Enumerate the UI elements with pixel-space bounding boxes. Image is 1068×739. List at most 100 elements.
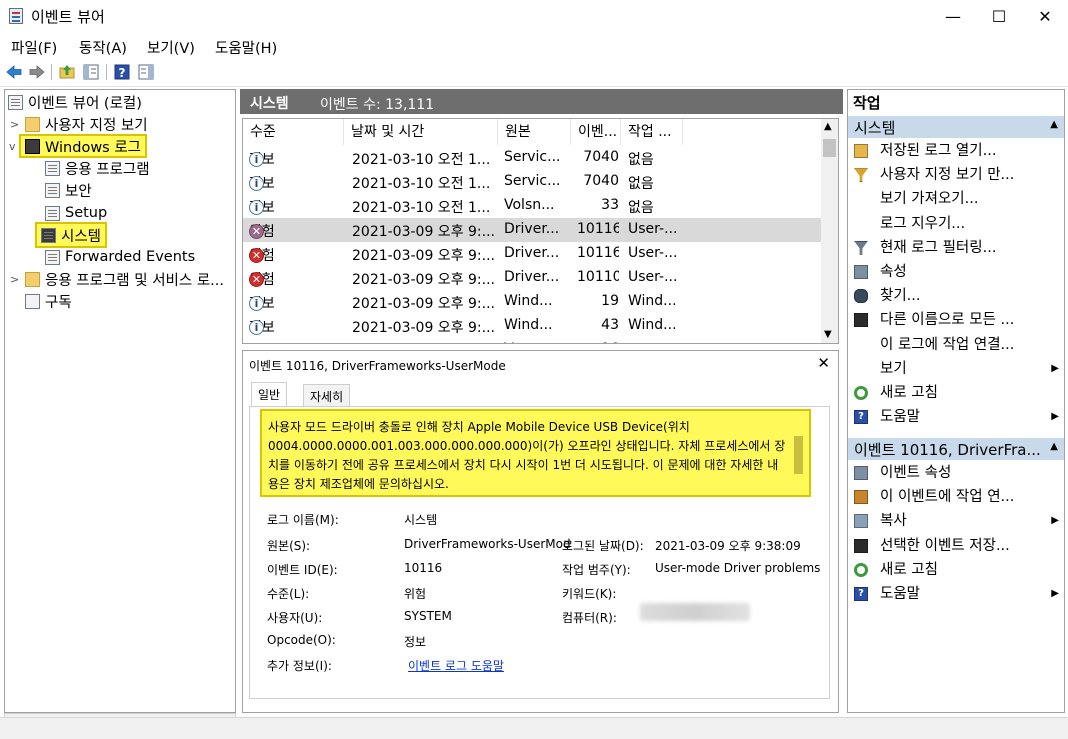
collapse-icon[interactable]: ▲ xyxy=(1050,441,1058,452)
tab-general[interactable]: 일반 xyxy=(251,382,288,406)
action-item[interactable]: 복사 ▶ xyxy=(848,509,1064,533)
action-item[interactable]: ? 도움말 ▶ xyxy=(848,582,1064,606)
opcode-value: 정보 xyxy=(404,635,427,649)
info-icon: i xyxy=(249,176,264,191)
close-window-button[interactable]: ✕ xyxy=(1022,0,1068,32)
column-header-source[interactable]: 원본 xyxy=(498,119,571,145)
log-name: 시스템 xyxy=(250,96,289,112)
tree-item-setup[interactable]: Setup xyxy=(45,202,107,224)
action-item[interactable]: 로그 지우기... xyxy=(848,212,1064,236)
field-label: 이벤트 ID(E): xyxy=(267,563,338,577)
menu-bar: 파일(F) 동작(A) 보기(V) 도움말(H) xyxy=(0,34,1068,58)
event-viewer-app-icon xyxy=(9,8,23,24)
collapse-icon[interactable]: ▲ xyxy=(1050,119,1058,130)
toolbar-divider xyxy=(106,64,107,80)
show-hide-tree-icon[interactable] xyxy=(82,63,100,81)
column-header-level[interactable]: 수준 xyxy=(243,119,344,145)
show-hide-action-pane-icon[interactable] xyxy=(137,63,155,81)
scroll-up-icon[interactable]: ▲ xyxy=(824,121,832,132)
tree-item-system[interactable]: 시스템 xyxy=(35,222,108,248)
action-item[interactable]: 새로 고침 xyxy=(848,381,1064,405)
maximize-button[interactable]: ☐ xyxy=(976,0,1022,32)
action-item[interactable]: 보기 가져오기... xyxy=(848,187,1064,211)
table-row[interactable]: i정보 2021-03-09 오후 9:... Wind... 43 Wind... xyxy=(243,314,821,338)
scroll-down-icon[interactable]: ▼ xyxy=(824,329,832,340)
action-item[interactable]: 현재 로그 필터링... xyxy=(848,236,1064,260)
table-row[interactable]: i정보 2021-03-09 오후 9:... V... 16 없음 xyxy=(243,338,821,343)
computer-name-redacted xyxy=(640,603,750,621)
description-text: 사용자 모드 드라이버 충돌로 인해 장치 Apple Mobile Devic… xyxy=(268,420,786,491)
table-row[interactable]: ✕위험 2021-03-09 오후 9:... Driver... 10116 User… xyxy=(243,242,821,266)
menu-view[interactable]: 보기(V) xyxy=(147,37,195,58)
task-clock-icon xyxy=(854,490,868,505)
action-item[interactable]: 이 이벤트에 작업 연... xyxy=(848,485,1064,509)
action-item[interactable]: 속성 xyxy=(848,260,1064,284)
minimize-button[interactable]: — xyxy=(930,0,976,32)
action-item[interactable]: 새로 고침 xyxy=(848,558,1064,582)
action-label: 현재 로그 필터링... xyxy=(880,239,997,256)
table-row[interactable]: ✕위험 2021-03-09 오후 9:... Driver... 10110 User… xyxy=(243,266,821,290)
action-item[interactable]: 이벤트 속성 xyxy=(848,461,1064,485)
section-system[interactable]: 시스템 ▲ xyxy=(848,116,1064,138)
cell-task: User-... xyxy=(628,269,678,285)
tree-item-security[interactable]: 보안 xyxy=(45,179,92,201)
cell-date: 2021-03-09 오후 9:... xyxy=(352,224,495,240)
chevron-right-icon[interactable]: > xyxy=(10,273,19,286)
tree-item-custom-views[interactable]: 사용자 지정 보기 xyxy=(25,113,148,135)
chevron-down-icon[interactable]: v xyxy=(9,140,16,153)
tree-item-windows-logs[interactable]: Windows 로그 xyxy=(19,134,148,158)
event-description[interactable]: 사용자 모드 드라이버 충돌로 인해 장치 Apple Mobile Devic… xyxy=(260,409,811,497)
action-item[interactable]: ? 도움말 ▶ xyxy=(848,405,1064,429)
event-log-help-link[interactable]: 이벤트 로그 도움말 xyxy=(408,657,504,674)
menu-action[interactable]: 동작(A) xyxy=(79,37,127,58)
description-scroll-thumb[interactable] xyxy=(794,436,803,474)
cell-id: 16 xyxy=(577,341,619,343)
menu-file[interactable]: 파일(F) xyxy=(11,37,57,58)
action-item[interactable]: 보기 ▶ xyxy=(848,357,1064,381)
tab-details[interactable]: 자세히 xyxy=(303,384,351,406)
action-item[interactable]: 선택한 이벤트 저장... xyxy=(848,534,1064,558)
forward-arrow-icon[interactable] xyxy=(28,63,46,81)
action-label: 이 이벤트에 작업 연... xyxy=(880,489,1015,506)
event-id-value: 10116 xyxy=(404,561,443,575)
scrollbar-thumb[interactable] xyxy=(823,139,836,157)
close-icon[interactable]: ✕ xyxy=(817,354,830,372)
action-label: 찾기... xyxy=(880,288,921,305)
action-item[interactable]: 다른 이름으로 모든 ... xyxy=(848,308,1064,332)
subscription-icon xyxy=(25,293,40,309)
table-row[interactable]: i정보 2021-03-10 오전 1... Servic... 7040 없음 xyxy=(243,146,821,170)
tree-item-label: 시스템 xyxy=(61,228,102,245)
cell-source: Wind... xyxy=(504,317,553,333)
action-item[interactable]: 이 로그에 작업 연결... xyxy=(848,333,1064,357)
back-arrow-icon[interactable] xyxy=(5,63,23,81)
cell-task: Wind... xyxy=(628,317,677,333)
help-icon[interactable]: ? xyxy=(113,63,131,81)
action-item[interactable]: 사용자 지정 보기 만... xyxy=(848,163,1064,187)
event-count: 이벤트 수: 13,111 xyxy=(320,97,435,113)
event-list[interactable]: 수준 날짜 및 시간 원본 이벤... 작업 ... i정보 2021-03-10… xyxy=(242,118,839,344)
cell-id: 10110 xyxy=(577,269,619,285)
tree-item-subscriptions[interactable]: 구독 xyxy=(25,290,72,312)
menu-help[interactable]: 도움말(H) xyxy=(215,37,277,58)
up-folder-icon[interactable] xyxy=(58,63,76,81)
tree-item-forwarded-events[interactable]: Forwarded Events xyxy=(45,246,195,268)
action-item[interactable]: 찾기... xyxy=(848,284,1064,308)
tree-item-application[interactable]: 응용 프로그램 xyxy=(45,157,150,179)
column-header-date[interactable]: 날짜 및 시간 xyxy=(344,119,498,145)
chevron-right-icon[interactable]: > xyxy=(10,118,19,131)
tree-item-apps-services[interactable]: 응용 프로그램 및 서비스 로... xyxy=(25,268,224,290)
table-row[interactable]: i정보 2021-03-10 오전 1... Volsn... 33 없음 xyxy=(243,194,821,218)
window-title: 이벤트 뷰어 xyxy=(31,8,105,26)
column-header-event-id[interactable]: 이벤... xyxy=(571,119,621,145)
level-value: 위험 xyxy=(404,587,427,601)
column-header-task[interactable]: 작업 ... xyxy=(621,119,683,145)
field-label: 수준(L): xyxy=(267,587,310,601)
table-row[interactable]: i정보 2021-03-09 오후 9:... Wind... 19 Wind... xyxy=(243,290,821,314)
table-row[interactable]: ✕위험 2021-03-09 오후 9:... Driver... 10116 User… xyxy=(243,218,821,242)
tree-item-root[interactable]: 이벤트 뷰어 (로컬) xyxy=(8,91,142,113)
table-row[interactable]: i정보 2021-03-10 오전 1... Servic... 7040 없음 xyxy=(243,170,821,194)
action-label: 새로 고침 xyxy=(880,561,938,578)
section-event[interactable]: 이벤트 10116, DriverFra... ▲ xyxy=(848,438,1064,460)
event-list-scrollbar[interactable]: ▲ ▼ xyxy=(821,119,838,343)
action-item[interactable]: 저장된 로그 열기... xyxy=(848,139,1064,163)
